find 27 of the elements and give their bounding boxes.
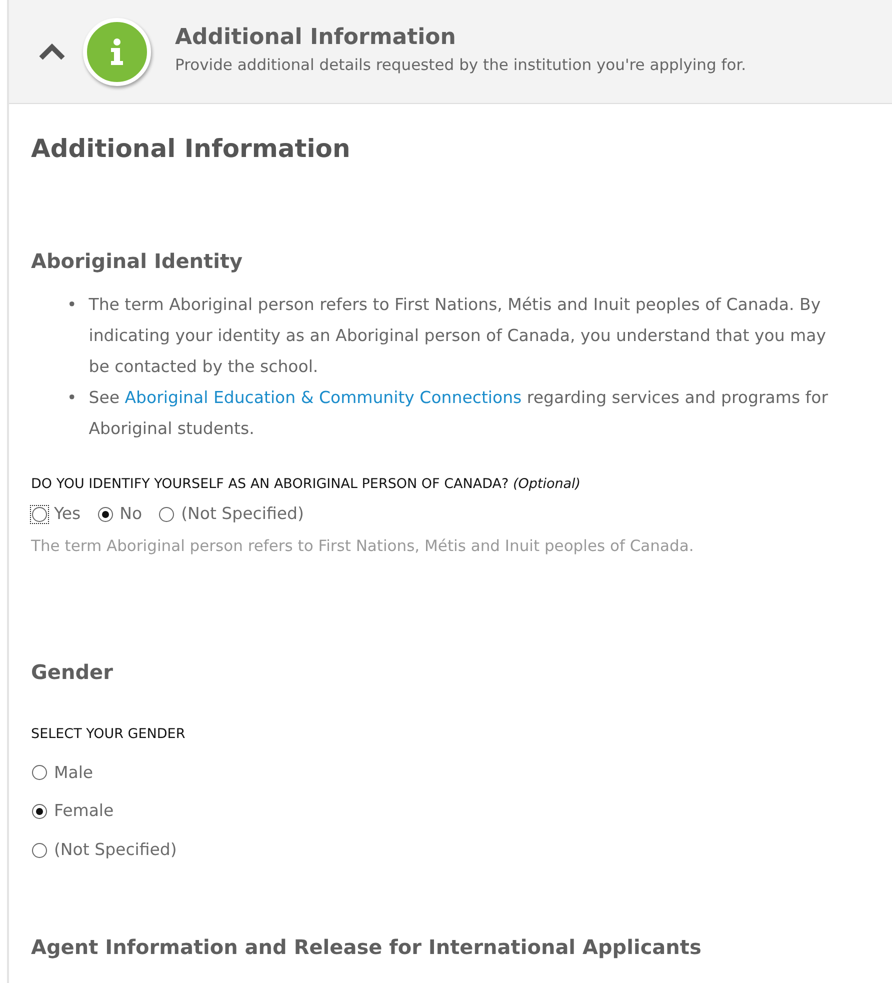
option-label[interactable]: No	[120, 502, 142, 527]
page-heading: Additional Information	[31, 134, 352, 164]
radio-button[interactable]	[32, 842, 47, 858]
option-label[interactable]: (Not Specified)	[54, 838, 177, 863]
radio-button[interactable]	[32, 804, 47, 820]
option-label[interactable]: Female	[54, 799, 114, 824]
info-link[interactable]: Aboriginal Education & Community Connections	[124, 388, 522, 407]
chevron-up-icon	[37, 42, 67, 62]
radio-button[interactable]	[98, 507, 113, 522]
bullet-text: See Aboriginal Education & Community Connections regarding services and programs for Aboriginal students.	[88, 387, 829, 440]
section-subtitle: Provide additional details requested by the institution you're applying for.	[175, 54, 746, 76]
hint-text: The term Aboriginal person refers to First Nations, Métis and Inuit peoples of Canada.	[31, 536, 695, 557]
section-heading: Agent Information and Release for International Applicants	[31, 934, 702, 959]
radio-button[interactable]	[32, 765, 47, 780]
option-label[interactable]: Male	[54, 760, 94, 786]
section-heading: Gender	[31, 660, 114, 684]
question-label: DO YOU IDENTIFY YOURSELF AS AN ABORIGINAL PERSON OF CANADA? (Optional)	[31, 475, 582, 494]
question-label: SELECT YOUR GENDER	[31, 725, 186, 744]
option-label[interactable]: (Not Specified)	[181, 502, 304, 527]
info-icon	[83, 18, 151, 86]
bullet-marker: •	[67, 294, 77, 316]
option-label[interactable]: Yes	[54, 502, 81, 527]
section-title: Additional Information	[175, 26, 457, 50]
radio-button[interactable]	[159, 507, 174, 522]
bullet-marker: •	[67, 387, 77, 409]
section-heading: Aboriginal Identity	[31, 249, 244, 273]
bullet-text: The term Aboriginal person refers to First Nations, Métis and Inuit peoples of Canada. By indicating your identity as an Aboriginal person of Canada, you understand that you may be contacted by the school.	[88, 294, 827, 378]
